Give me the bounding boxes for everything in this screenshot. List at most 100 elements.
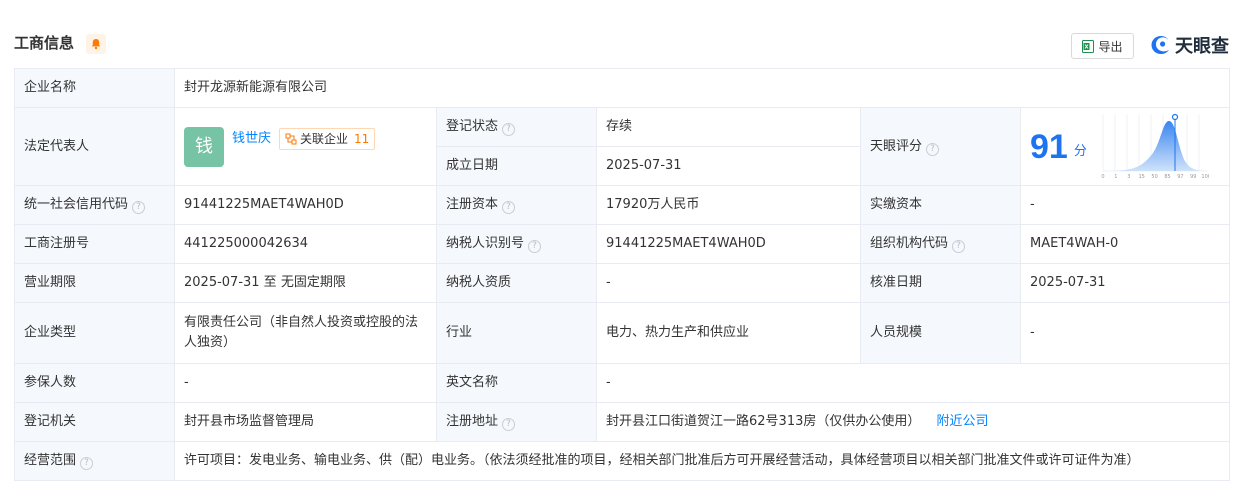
nearby-companies-link[interactable]: 附近公司 xyxy=(937,414,989,429)
related-company-icon xyxy=(285,133,297,144)
reg-authority-label: 登记机关 xyxy=(14,402,175,442)
org-code-label: 组织机构代码 xyxy=(870,236,949,251)
score-axis-tick: 1 xyxy=(1114,174,1117,180)
reg-status-label-cell: 登记状态? xyxy=(436,107,597,147)
company-name-value: 封开龙源新能源有限公司 xyxy=(173,68,1231,108)
score-number: 91 xyxy=(1030,127,1068,166)
reg-authority-value: 封开县市场监督管理局 xyxy=(174,402,437,442)
credit-code-label-cell: 统一社会信用代码? xyxy=(14,185,175,225)
business-info-table: 企业名称 封开龙源新能源有限公司 法定代表人 钱 钱世庆 关联企业 11 登记状… xyxy=(14,68,1231,481)
legal-rep-label: 法定代表人 xyxy=(14,107,175,186)
biz-scope-value: 许可项目：发电业务、输电业务、供（配）电业务。（依法须经批准的项目，经相关部门批… xyxy=(173,441,1231,481)
score-axis-tick: 50 xyxy=(1151,174,1157,180)
company-type-label: 企业类型 xyxy=(14,302,175,364)
related-company-label: 关联企业 xyxy=(300,131,349,146)
english-name-label: 英文名称 xyxy=(436,363,597,403)
score-axis-tick: 100 xyxy=(1201,174,1209,180)
staff-size-value: - xyxy=(1019,302,1231,364)
reg-status-value: 存续 xyxy=(596,107,861,147)
help-icon[interactable]: ? xyxy=(528,240,542,253)
table-row: 营业期限 2025-07-31 至 无固定期限 纳税人资质 - 核准日期 202… xyxy=(14,263,1231,303)
help-icon[interactable]: ? xyxy=(952,240,966,253)
found-date-value: 2025-07-31 xyxy=(596,146,861,186)
tianyan-score-cell[interactable]: 91 分 0 1 3 15 50 85 97 99 100 xyxy=(1019,107,1231,186)
found-date-label: 成立日期 xyxy=(436,146,597,186)
brand-name: 天眼查 xyxy=(1175,36,1229,57)
avatar[interactable]: 钱 xyxy=(184,126,224,167)
biz-scope-label-cell: 经营范围? xyxy=(14,441,175,481)
table-row: 企业类型 有限责任公司（非自然人投资或控股的法人独资） 行业 电力、热力生产和供… xyxy=(14,302,1231,364)
reg-capital-label-cell: 注册资本? xyxy=(436,185,597,225)
export-button[interactable]: 导出 xyxy=(1071,33,1134,59)
reg-address-cell: 封开县江口街道贺江一路62号313房（仅供办公使用） 附近公司 xyxy=(595,402,1231,442)
score-widget[interactable]: 91 分 0 1 3 15 50 85 97 99 100 xyxy=(1030,113,1220,181)
taxpayer-id-value: 91441225MAET4WAH0D xyxy=(596,224,861,264)
export-label: 导出 xyxy=(1098,39,1123,54)
excel-icon xyxy=(1082,39,1095,53)
paid-capital-label: 实缴资本 xyxy=(860,185,1021,225)
table-row: 经营范围? 许可项目：发电业务、输电业务、供（配）电业务。（依法须经批准的项目，… xyxy=(14,441,1231,481)
company-name-label: 企业名称 xyxy=(14,68,175,108)
section-title: 工商信息 xyxy=(14,34,75,52)
approve-date-label: 核准日期 xyxy=(860,263,1021,303)
taxpayer-qual-value: - xyxy=(596,263,861,303)
score-axis-tick: 15 xyxy=(1138,174,1144,180)
taxpayer-id-label: 纳税人识别号 xyxy=(446,236,525,251)
brand-logo[interactable]: 天眼查 xyxy=(1150,33,1229,57)
table-row: 工商注册号 441225000042634 纳税人识别号? 91441225MA… xyxy=(14,224,1231,264)
score-axis-tick: 97 xyxy=(1177,174,1183,180)
table-row: 企业名称 封开龙源新能源有限公司 xyxy=(14,68,1231,108)
help-icon[interactable]: ? xyxy=(926,142,940,156)
english-name-value: - xyxy=(595,363,1231,403)
score-axis-tick: 99 xyxy=(1190,174,1196,180)
table-row: 参保人数 - 英文名称 - xyxy=(14,363,1231,403)
related-company-badge[interactable]: 关联企业 11 xyxy=(279,127,376,150)
help-icon[interactable]: ? xyxy=(502,201,516,214)
table-row: 法定代表人 钱 钱世庆 关联企业 11 登记状态? 存续 天眼评分? 91 分 xyxy=(14,107,1231,186)
section-header: 工商信息 导出 天眼查 xyxy=(0,0,1242,66)
reg-status-label: 登记状态 xyxy=(446,119,499,134)
reg-capital-label: 注册资本 xyxy=(446,197,499,212)
insured-label: 参保人数 xyxy=(14,363,175,403)
approve-date-value: 2025-07-31 xyxy=(1019,263,1231,303)
help-icon[interactable]: ? xyxy=(502,123,516,136)
help-icon[interactable]: ? xyxy=(80,457,94,470)
credit-code-value: 91441225MAET4WAH0D xyxy=(174,185,437,225)
biz-reg-no-value: 441225000042634 xyxy=(174,224,437,264)
score-axis-tick: 85 xyxy=(1164,174,1170,180)
biz-reg-no-label: 工商注册号 xyxy=(14,224,175,264)
brand-logo-icon xyxy=(1151,36,1169,54)
score-axis-tick: 0 xyxy=(1101,174,1104,180)
legal-rep-cell: 钱 钱世庆 关联企业 11 xyxy=(174,107,437,186)
reg-address-label-cell: 注册地址? xyxy=(436,402,597,442)
score-distribution-chart: 0 1 3 15 50 85 97 99 100 xyxy=(1101,113,1209,180)
staff-size-label: 人员规模 xyxy=(860,302,1021,364)
industry-label: 行业 xyxy=(436,302,597,364)
org-code-value: MAET4WAH-0 xyxy=(1019,224,1231,264)
reg-capital-value: 17920万人民币 xyxy=(596,185,861,225)
org-code-label-cell: 组织机构代码? xyxy=(860,224,1021,264)
taxpayer-qual-label: 纳税人资质 xyxy=(436,263,597,303)
score-unit: 分 xyxy=(1073,143,1087,159)
biz-term-value: 2025-07-31 至 无固定期限 xyxy=(174,263,437,303)
tianyan-score-label: 天眼评分 xyxy=(870,138,923,154)
biz-term-label: 营业期限 xyxy=(14,263,175,303)
help-icon[interactable]: ? xyxy=(502,418,516,431)
industry-value: 电力、热力生产和供应业 xyxy=(596,302,861,364)
taxpayer-id-label-cell: 纳税人识别号? xyxy=(436,224,597,264)
reg-address-value: 封开县江口街道贺江一路62号313房（仅供办公使用） xyxy=(606,414,921,429)
insured-value: - xyxy=(174,363,437,403)
bell-icon[interactable] xyxy=(86,34,106,54)
reg-address-label: 注册地址 xyxy=(446,414,499,429)
credit-code-label: 统一社会信用代码 xyxy=(24,197,129,212)
table-row: 登记机关 封开县市场监督管理局 注册地址? 封开县江口街道贺江一路62号313房… xyxy=(14,402,1231,442)
tianyan-score-label-cell: 天眼评分? xyxy=(860,107,1021,186)
biz-scope-label: 经营范围 xyxy=(24,453,77,468)
table-row: 统一社会信用代码? 91441225MAET4WAH0D 注册资本? 17920… xyxy=(14,185,1231,225)
related-company-count: 11 xyxy=(354,131,370,146)
score-axis-tick: 3 xyxy=(1127,174,1130,180)
paid-capital-value: - xyxy=(1019,185,1231,225)
legal-rep-name-link[interactable]: 钱世庆 xyxy=(232,129,271,149)
help-icon[interactable]: ? xyxy=(132,201,146,214)
company-type-value: 有限责任公司（非自然人投资或控股的法人独资） xyxy=(174,302,437,364)
